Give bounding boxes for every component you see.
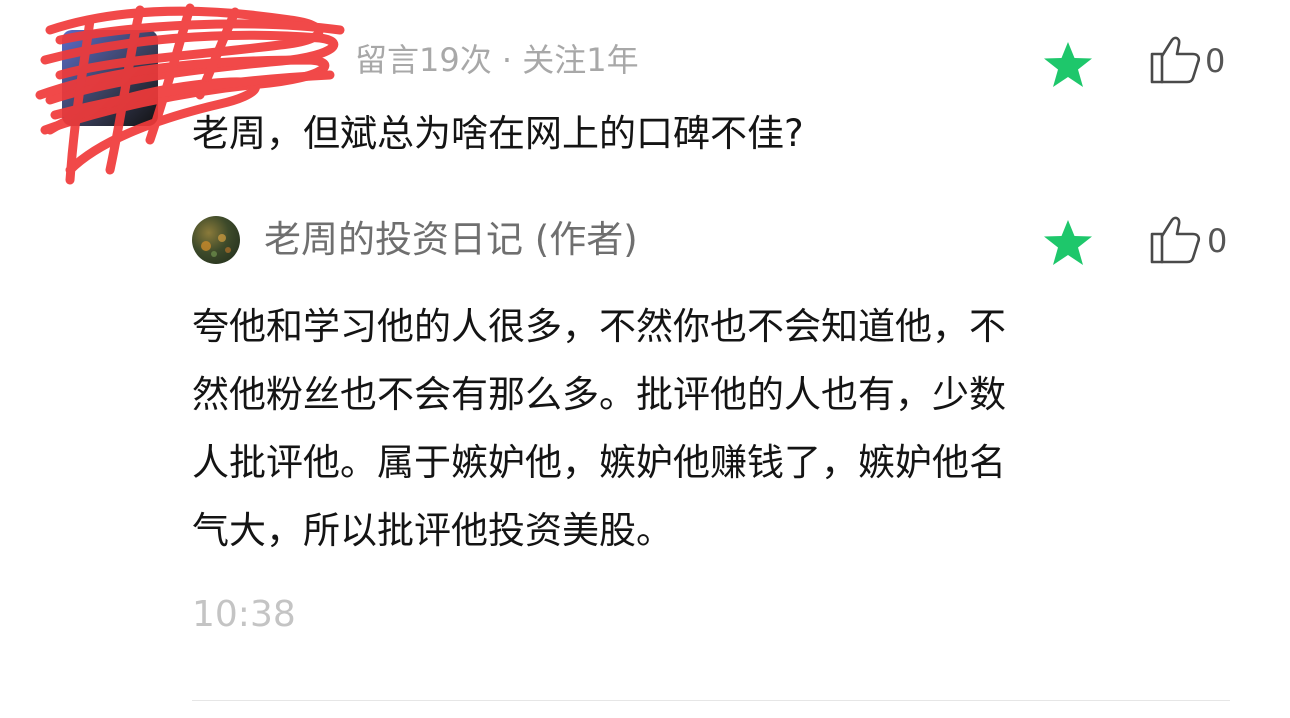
reply-line: 人批评他。属于嫉妒他，嫉妒他赚钱了，嫉妒他名 (192, 441, 1006, 484)
reply-line: 夸他和学习他的人很多，不然你也不会知道他，不 (192, 305, 1006, 348)
author-avatar[interactable] (192, 216, 240, 264)
redaction-scribble (35, 3, 345, 185)
reply-timestamp: 10:38 (192, 594, 296, 635)
divider (192, 700, 1230, 701)
reply-like-count: 0 (1207, 222, 1228, 260)
star-icon[interactable] (1042, 40, 1094, 90)
commenter-meta: 留言19次 · 关注1年 (355, 41, 639, 79)
comment-text: 老周，但斌总为啥在网上的口碑不佳? (192, 112, 804, 155)
reply-star-icon[interactable] (1042, 218, 1094, 268)
thumbs-up-icon[interactable] (1150, 34, 1202, 86)
reply-thumbs-up-icon[interactable] (1150, 214, 1202, 266)
author-avatar-image (201, 234, 231, 257)
author-name[interactable]: 老周的投资日记 (作者) (264, 215, 638, 265)
reply-line: 然他粉丝也不会有那么多。批评他的人也有，少数 (192, 373, 1006, 416)
reply-text: 夸他和学习他的人很多，不然你也不会知道他，不 然他粉丝也不会有那么多。批评他的人… (192, 293, 1182, 565)
comment-like-count: 0 (1205, 42, 1226, 80)
reply-line: 气大，所以批评他投资美股。 (192, 509, 673, 552)
